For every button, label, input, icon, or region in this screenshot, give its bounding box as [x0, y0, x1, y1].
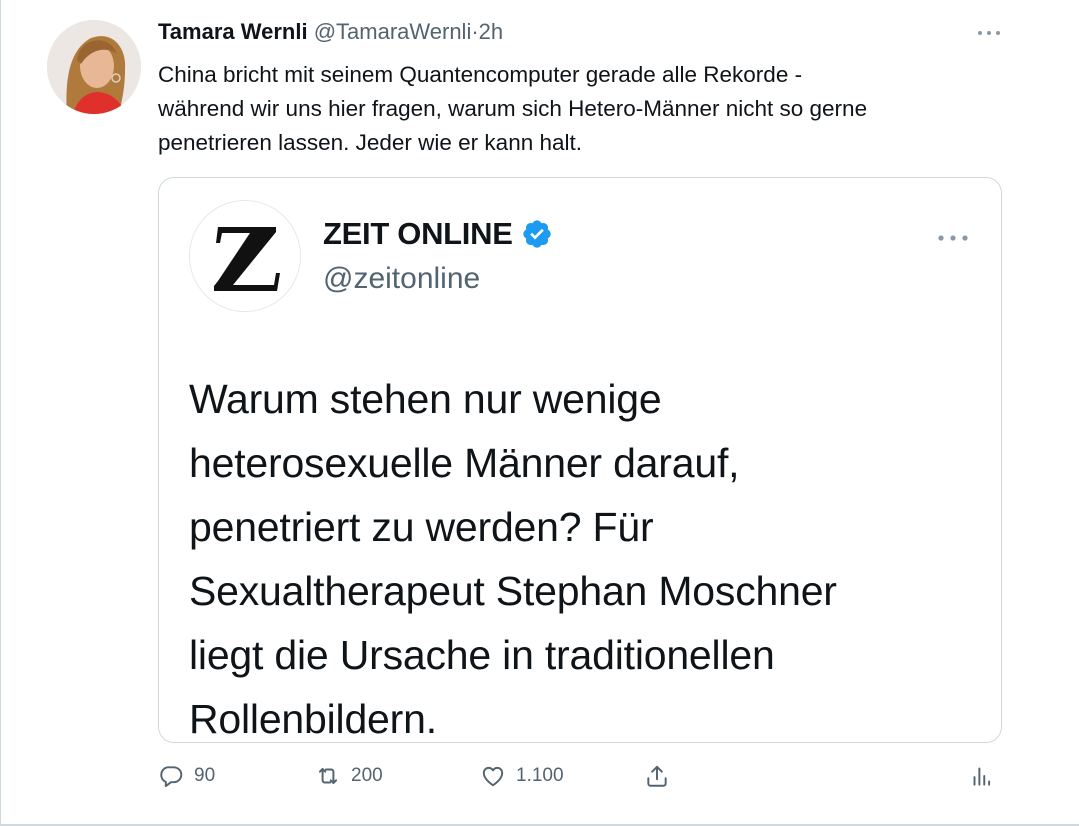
author-avatar[interactable]	[47, 20, 141, 114]
quoted-text-line: Warum stehen nur wenige	[189, 376, 662, 422]
tweet-timestamp[interactable]: 2h	[479, 19, 503, 44]
quoted-avatar[interactable]	[189, 200, 301, 312]
author-name[interactable]: Tamara Wernli	[158, 19, 308, 44]
quoted-name-text: ZEIT ONLINE	[323, 216, 513, 251]
analytics-button[interactable]	[968, 758, 994, 794]
quoted-text-line: liegt die Ursache in traditionellen	[189, 632, 775, 678]
tweet-actions: 90 200 1.100	[0, 758, 1080, 794]
share-icon	[647, 765, 667, 787]
quoted-text-line: penetriert zu werden? Für	[189, 504, 654, 550]
more-horizontal-icon	[938, 235, 968, 241]
more-horizontal-icon	[978, 31, 1000, 35]
reply-icon	[160, 766, 183, 788]
reply-count: 90	[194, 765, 216, 786]
like-count: 1.100	[516, 765, 564, 786]
retweet-icon	[318, 767, 338, 785]
zeit-logo-icon	[190, 201, 300, 311]
quoted-text-line: heterosexuelle Männer darauf,	[189, 440, 740, 486]
tweet-text-line: während wir uns hier fragen, warum sich …	[158, 96, 868, 121]
quoted-tweet-text: Warum stehen nur wenige heterosexuelle M…	[189, 367, 989, 751]
quoted-tweet-card[interactable]: ZEIT ONLINE @zeitonline Warum stehen nur…	[158, 177, 1002, 743]
quoted-text-line: Sexualtherapeut Stephan Moschner	[189, 568, 837, 614]
analytics-icon	[973, 767, 991, 786]
tweet-text: China bricht mit seinem Quantencomputer …	[158, 58, 1018, 160]
tweet-text-line: penetrieren lassen. Jeder wie er kann ha…	[158, 130, 582, 155]
verified-badge-icon	[522, 220, 551, 248]
tweet-header: Tamara Wernli @TamaraWernli·2h	[158, 19, 503, 45]
quoted-author-handle[interactable]: @zeitonline	[323, 262, 480, 296]
reply-button[interactable]: 90	[158, 758, 215, 794]
tweet-text-line: China bricht mit seinem Quantencomputer …	[158, 62, 803, 87]
header-separator: ·	[471, 19, 479, 44]
retweet-button[interactable]: 200	[315, 758, 383, 794]
author-photo-icon	[47, 20, 141, 114]
author-handle[interactable]: @TamaraWernli	[314, 19, 472, 44]
retweet-count: 200	[351, 765, 383, 786]
quoted-text-line: Rollenbildern.	[189, 696, 437, 742]
quoted-more-options-button[interactable]	[934, 230, 972, 246]
more-options-button[interactable]	[975, 23, 1003, 43]
like-button[interactable]: 1.100	[480, 758, 564, 794]
quoted-author-name[interactable]: ZEIT ONLINE	[323, 216, 553, 252]
share-button[interactable]	[644, 758, 670, 794]
heart-icon	[482, 766, 504, 787]
